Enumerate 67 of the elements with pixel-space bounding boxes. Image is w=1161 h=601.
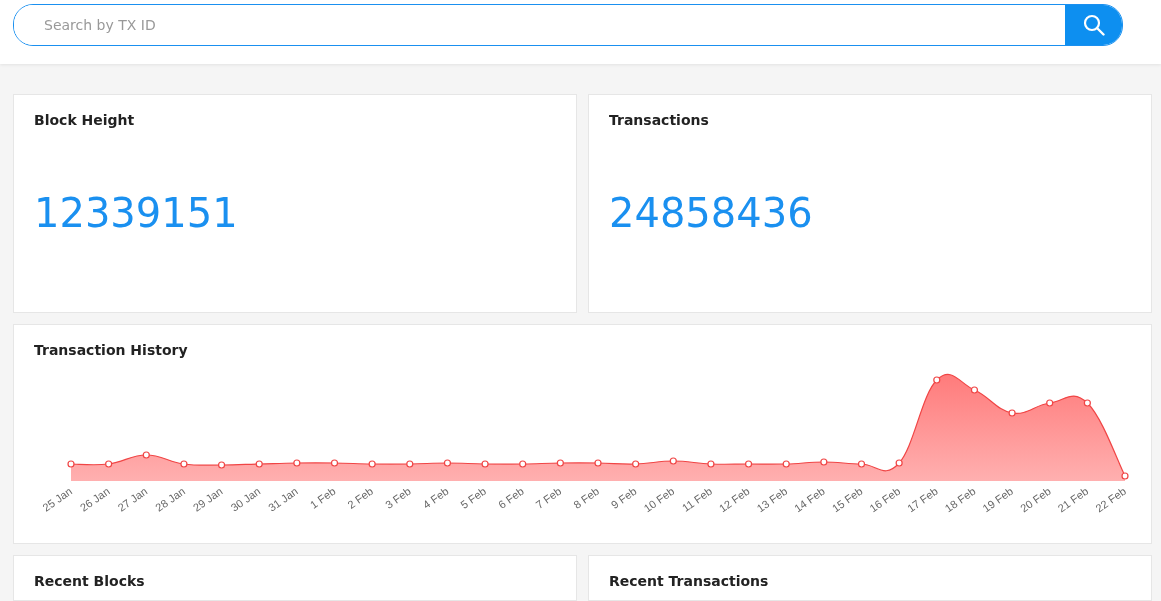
axis-label: 11 Feb xyxy=(679,484,715,514)
chart-point xyxy=(406,460,414,468)
chart-point xyxy=(782,460,790,468)
chart-point xyxy=(330,459,339,467)
chart-point xyxy=(744,460,753,468)
axis-label: 4 Feb xyxy=(420,484,451,511)
axis-label: 17 Feb xyxy=(905,484,940,515)
chart-point xyxy=(632,460,640,468)
axis-label: 14 Feb xyxy=(792,484,827,515)
card-title: Block Height xyxy=(34,112,136,128)
axis-label: 20 Feb xyxy=(1017,484,1053,515)
card-title: Recent Transactions xyxy=(609,573,770,589)
axis-label: 25 Jan xyxy=(40,484,75,514)
axis-label: 13 Feb xyxy=(754,484,790,515)
chart-point xyxy=(933,376,941,384)
chart-point xyxy=(180,460,188,468)
axis-label: 19 Feb xyxy=(980,484,1016,515)
chart-point xyxy=(217,461,226,469)
axis-label: 5 Feb xyxy=(458,484,489,511)
chart-point xyxy=(443,459,452,467)
axis-label: 1 Feb xyxy=(307,484,338,511)
axis-label: 6 Feb xyxy=(495,484,526,511)
chart-point xyxy=(1046,399,1054,407)
search-icon xyxy=(1082,14,1105,36)
chart-point xyxy=(105,460,113,468)
chart-point xyxy=(857,460,866,468)
axis-label: 7 Feb xyxy=(533,484,564,511)
axis-label: 21 Feb xyxy=(1055,484,1091,515)
axis-label: 15 Feb xyxy=(829,484,865,515)
axis-label: 8 Feb xyxy=(571,484,602,511)
chart-point xyxy=(481,460,489,468)
stat-value: 12339151 xyxy=(34,190,239,236)
chart-point xyxy=(1083,399,1091,407)
axis-label: 2 Feb xyxy=(345,484,376,511)
chart-point xyxy=(669,457,677,465)
chart-point xyxy=(556,459,564,467)
axis-label: 28 Jan xyxy=(153,484,188,514)
chart-point xyxy=(142,451,150,459)
card-title: Transactions xyxy=(609,112,710,128)
card-title: Transaction History xyxy=(34,342,189,358)
chart-point xyxy=(1121,472,1129,480)
chart-point xyxy=(519,460,527,468)
axis-label: 31 Jan xyxy=(266,484,300,514)
chart-point xyxy=(707,460,715,468)
chart-point xyxy=(594,459,602,467)
axis-label: 10 Feb xyxy=(641,484,677,515)
axis-label: 3 Feb xyxy=(383,484,413,511)
axis-label: 22 Feb xyxy=(1093,484,1129,515)
stat-value: 24858436 xyxy=(609,190,814,236)
axis-label: 26 Jan xyxy=(77,484,112,514)
card-title: Recent Blocks xyxy=(34,573,146,589)
axis-label: 9 Feb xyxy=(608,484,639,511)
axis-label: 18 Feb xyxy=(942,484,978,515)
chart-point xyxy=(255,460,263,468)
search-button[interactable] xyxy=(1065,5,1122,45)
chart-point xyxy=(368,460,376,468)
chart-point xyxy=(1008,409,1016,417)
chart-point xyxy=(970,386,979,394)
chart-point xyxy=(895,459,903,467)
chart-point xyxy=(293,459,301,467)
chart-point xyxy=(67,460,75,468)
chart-point xyxy=(820,458,828,466)
axis-label: 16 Feb xyxy=(867,484,903,515)
axis-label: 27 Jan xyxy=(115,484,150,514)
axis-label: 30 Jan xyxy=(228,484,263,514)
axis-label: 12 Feb xyxy=(716,484,752,515)
axis-label: 29 Jan xyxy=(190,484,225,514)
